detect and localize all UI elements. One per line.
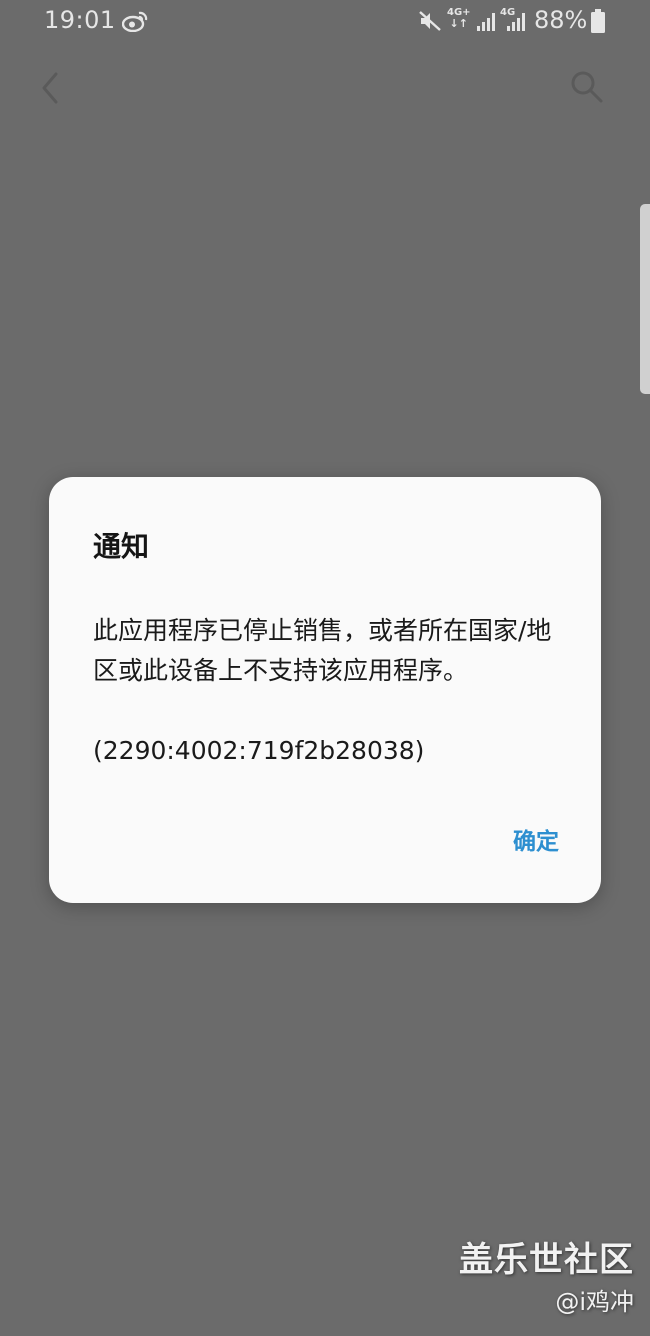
network-badge-4g-plus: 4G+ ↓↑: [447, 8, 471, 30]
search-icon[interactable]: [568, 68, 604, 104]
signal-icon: [477, 13, 495, 31]
back-icon[interactable]: [36, 70, 66, 106]
dialog-message: 此应用程序已停止销售，或者所在国家/地区或此设备上不支持该应用程序。: [93, 616, 552, 685]
mute-icon: [419, 11, 441, 31]
battery-icon: [591, 9, 605, 33]
status-time: 19:01: [44, 6, 116, 34]
dialog-error-code: (2290:4002:719f2b28038): [93, 736, 425, 765]
watermark-user: @i鸡冲: [555, 1288, 634, 1316]
weibo-icon: [122, 11, 148, 32]
confirm-button[interactable]: 确定: [513, 822, 559, 856]
dialog-title: 通知: [93, 530, 150, 563]
watermark-title: 盖乐世社区: [459, 1240, 634, 1280]
notification-dialog: 通知 此应用程序已停止销售，或者所在国家/地区或此设备上不支持该应用程序。 (2…: [49, 477, 601, 903]
network-arrows: ↓↑: [449, 17, 468, 30]
status-bar: 19:01 4G+ ↓↑ 4G 88%: [0, 0, 650, 46]
battery-percent: 88%: [534, 6, 588, 34]
scroll-handle[interactable]: [640, 204, 650, 394]
signal-icon: [507, 13, 525, 31]
